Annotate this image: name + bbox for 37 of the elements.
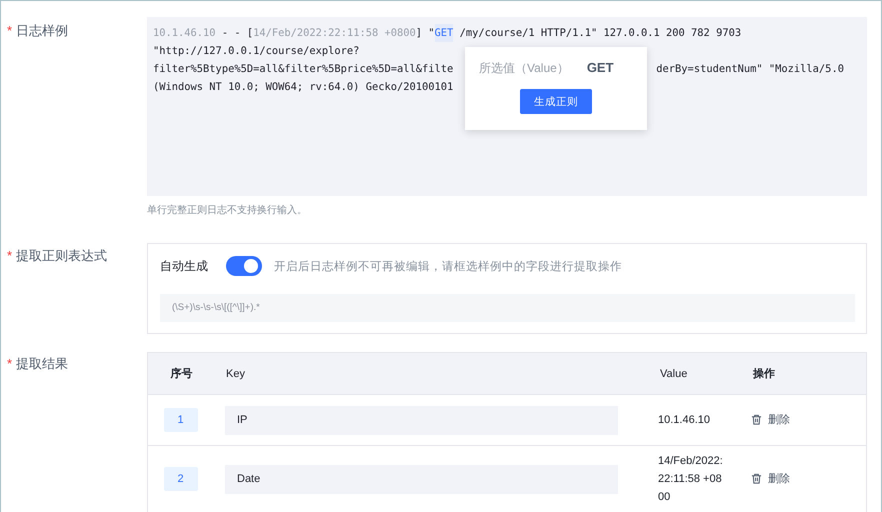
generate-regex-button[interactable]: 生成正则: [520, 89, 592, 114]
hint-text: 开启后日志样例不可再被编辑，请框选样例中的字段进行提取操作: [274, 259, 622, 274]
table-cell-text: 14/Feb/2022:22:11:58 +0800: [658, 454, 724, 505]
key-field[interactable]: IP: [225, 406, 618, 434]
value-label: 所选值（Value）: [479, 60, 569, 77]
log-sample-box[interactable]: [147, 17, 867, 196]
selected-value: GET: [586, 59, 614, 77]
log-text: derBy=studentNum" "Mozilla/5.0: [656, 62, 844, 77]
table-cell-text: 10.1.46.10: [658, 413, 711, 428]
help-text: 单行完整正则日志不支持换行输入。: [147, 204, 308, 218]
field-label: 日志样例: [16, 22, 68, 40]
column-header: Value: [659, 368, 688, 380]
column-header: 序号: [170, 366, 194, 381]
required-mark: *: [7, 247, 12, 265]
log-text: - - [: [220, 26, 254, 41]
auto-generate-label: 自动生成: [160, 258, 208, 274]
trash-icon: [751, 473, 762, 484]
field-label: 提取正则表达式: [16, 247, 108, 265]
trash-icon: [751, 414, 762, 425]
selected-text: GET: [434, 24, 454, 42]
extracted-text: 10.1.46.10: [153, 26, 216, 41]
column-header: 操作: [752, 367, 776, 381]
log-text: filter%5Btype%5D=all&filter%5Bprice%5D=all&filte: [153, 62, 454, 77]
extracted-text: 14/Feb/2022:22:11:58 +0800: [253, 26, 416, 41]
delete-button[interactable]: 删除: [751, 412, 790, 427]
required-mark: *: [7, 355, 12, 373]
log-text: ] ": [416, 26, 435, 41]
row-index: 2: [164, 467, 198, 491]
delete-button[interactable]: 删除: [751, 471, 790, 486]
column-header: Key: [225, 368, 246, 380]
log-text: (Windows NT 10.0; WOW64; rv:64.0) Gecko/20100101: [153, 80, 454, 95]
row-index: 1: [164, 408, 198, 432]
required-mark: *: [7, 22, 12, 40]
log-text: /my/course/1 HTTP/1.1" 127.0.0.1 200 782 9703: [458, 26, 742, 41]
key-field[interactable]: Date: [225, 464, 618, 494]
field-label: 提取结果: [16, 355, 68, 373]
log-text: "http://127.0.0.1/course/explore?: [153, 44, 360, 59]
